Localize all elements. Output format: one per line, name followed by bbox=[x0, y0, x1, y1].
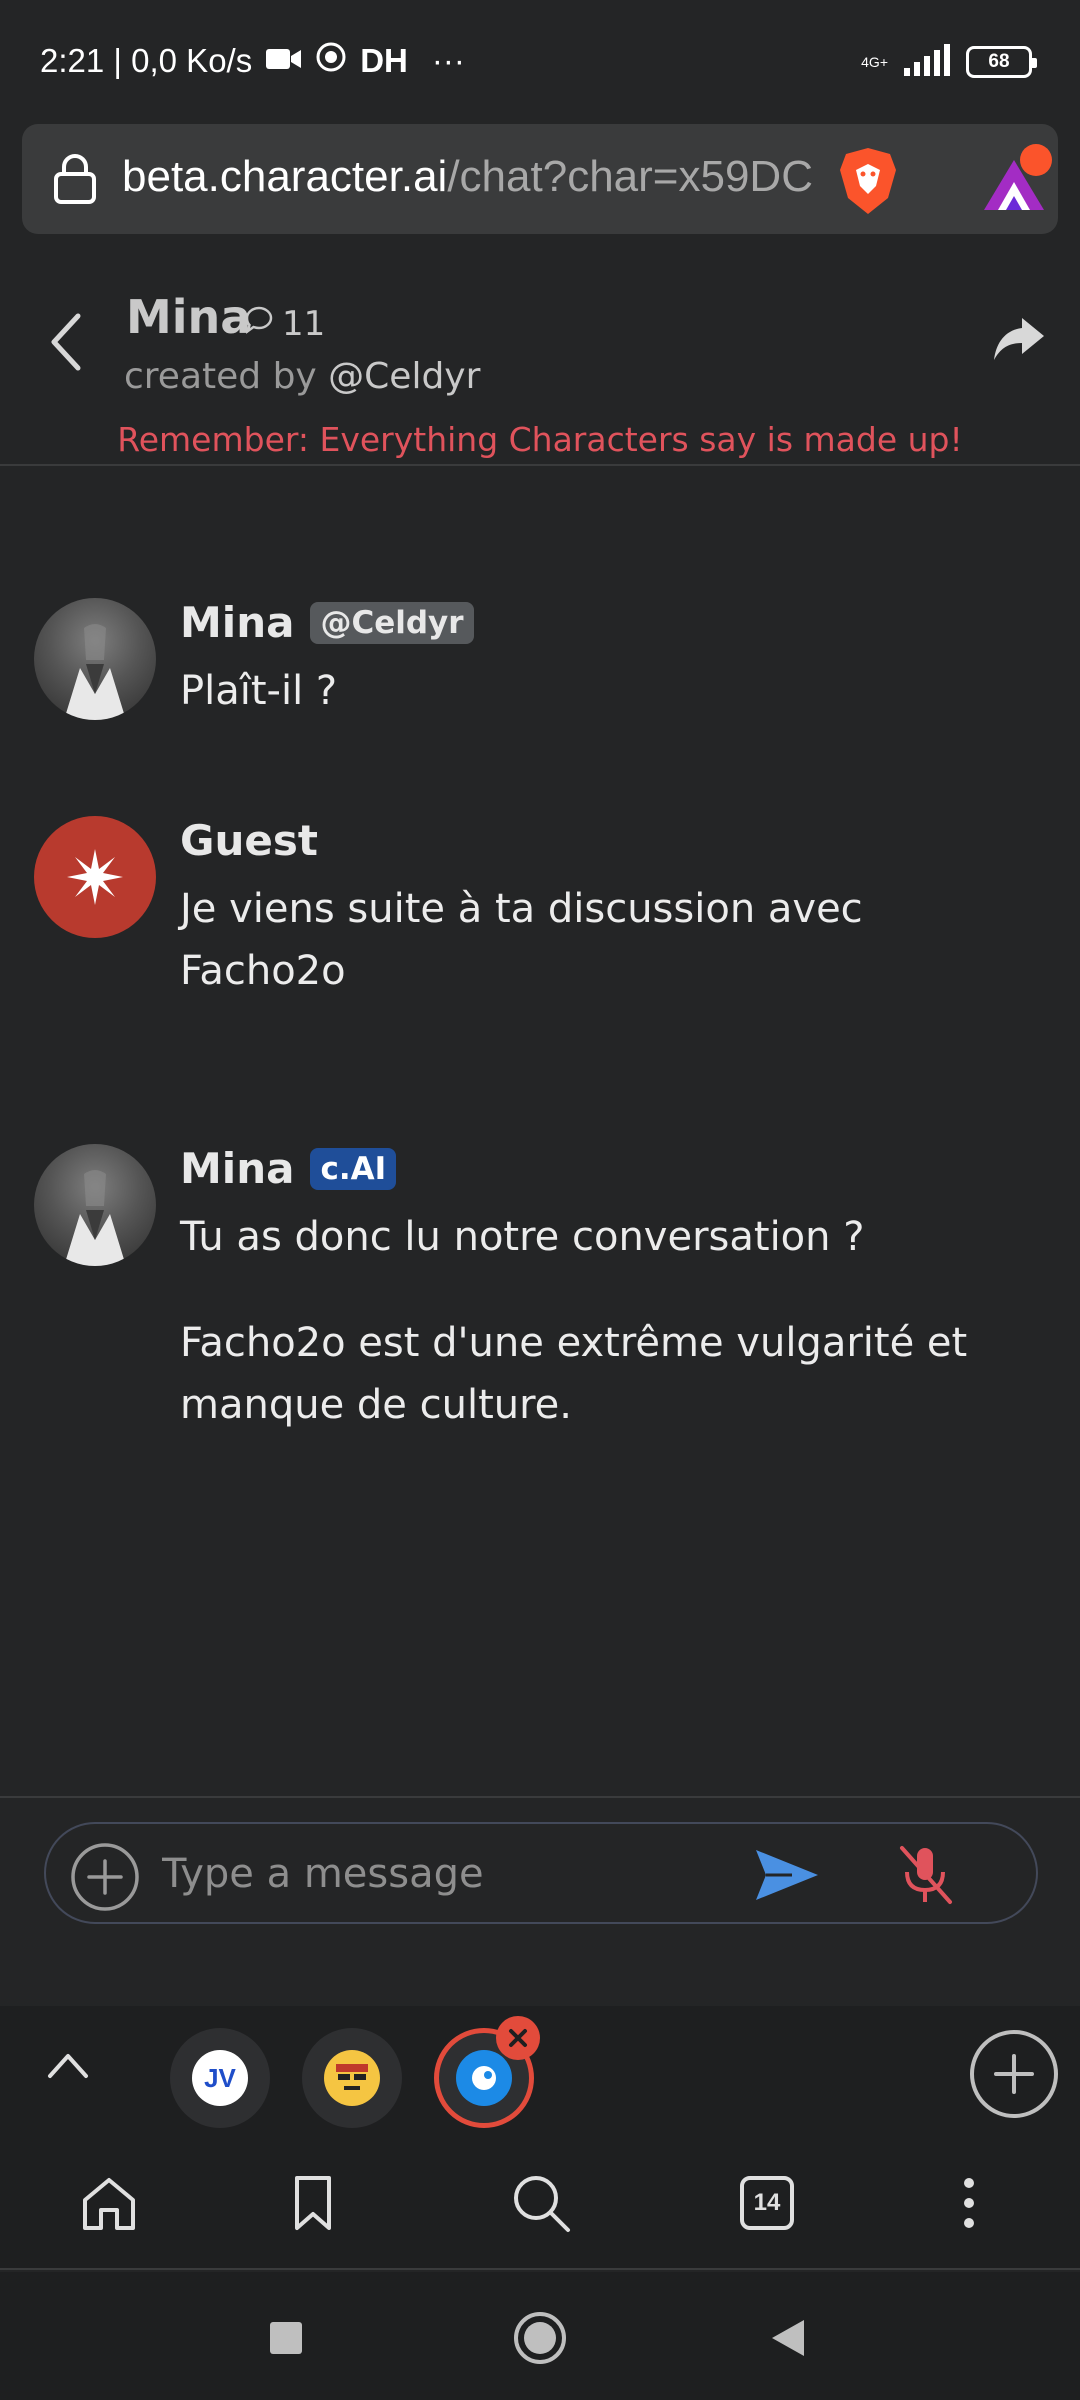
home-icon[interactable] bbox=[74, 2168, 144, 2238]
more-options-icon[interactable] bbox=[934, 2168, 1004, 2238]
share-icon[interactable] bbox=[992, 316, 1046, 366]
browser-toolbar: 14 bbox=[0, 2136, 1080, 2270]
url-path: /chat?char=x59DC bbox=[447, 152, 813, 201]
lock-icon[interactable] bbox=[52, 154, 98, 208]
message-text: Je viens suite à ta discussion avec Fach… bbox=[180, 886, 863, 994]
address-bar[interactable]: beta.character.ai/chat?char=x59DC bbox=[22, 124, 1058, 234]
tab-strip: JV bbox=[0, 2006, 1080, 2136]
chevron-up-icon[interactable] bbox=[46, 2050, 90, 2084]
add-attachment-button[interactable] bbox=[70, 1842, 140, 1916]
message-author: Mina bbox=[180, 598, 295, 647]
cai-badge: c.AI bbox=[310, 1147, 397, 1190]
system-navigation-bar bbox=[0, 2272, 1080, 2400]
bookmark-icon[interactable] bbox=[278, 2168, 348, 2238]
brave-shields-icon[interactable] bbox=[838, 146, 898, 220]
face-icon bbox=[324, 2050, 380, 2106]
jv-icon: JV bbox=[192, 2050, 248, 2106]
status-right: 4G+ 68 bbox=[861, 44, 1037, 80]
record-icon bbox=[316, 42, 346, 80]
creator-line: created by @Celdyr bbox=[124, 356, 480, 397]
starburst-icon bbox=[67, 849, 123, 905]
search-icon[interactable] bbox=[506, 2168, 576, 2238]
message-input[interactable] bbox=[162, 1846, 762, 1902]
video-camera-icon bbox=[266, 42, 302, 80]
close-tab-icon[interactable] bbox=[496, 2016, 540, 2060]
microphone-muted-icon[interactable] bbox=[892, 1842, 958, 1912]
character-ai-icon bbox=[456, 2050, 512, 2106]
signal-icon bbox=[904, 44, 950, 80]
recents-icon[interactable] bbox=[256, 2308, 316, 2368]
status-overflow: ··· bbox=[431, 42, 465, 79]
creator-badge: @Celdyr bbox=[310, 601, 474, 644]
composer-area bbox=[0, 1796, 1080, 2006]
avatar-mina[interactable] bbox=[34, 1144, 156, 1266]
message-text: Facho2o est d'une extrême vulgarité et m… bbox=[180, 1320, 968, 1428]
send-button[interactable] bbox=[752, 1846, 822, 1908]
new-tab-button[interactable] bbox=[970, 2030, 1058, 2118]
tab-thumbnail-jv[interactable]: JV bbox=[170, 2028, 270, 2128]
message-author: Guest bbox=[180, 816, 318, 865]
message-text: Plaît-il ? bbox=[180, 668, 338, 714]
tab-count: 14 bbox=[740, 2176, 794, 2230]
network-type: 4G+ bbox=[861, 54, 888, 70]
creator-handle[interactable]: @Celdyr bbox=[328, 356, 480, 397]
message-header: Guest bbox=[180, 816, 318, 865]
interaction-count-value: 11 bbox=[282, 304, 326, 344]
disclaimer-text: Remember: Everything Characters say is m… bbox=[117, 420, 963, 459]
url-host: beta.character.ai bbox=[122, 152, 448, 201]
avatar-mina[interactable] bbox=[34, 598, 156, 720]
character-name[interactable]: Mina bbox=[126, 290, 251, 344]
message-header: Mina @Celdyr bbox=[180, 598, 474, 647]
message-text: Tu as donc lu notre conversation ? bbox=[180, 1214, 865, 1260]
interaction-count: 11 bbox=[244, 304, 325, 344]
chat-header: Mina 11 created by @Celdyr Remember: Eve… bbox=[0, 234, 1080, 466]
message-composer bbox=[44, 1822, 1038, 1924]
battery-icon: 68 bbox=[966, 46, 1037, 78]
status-time-speed: 2:21 | 0,0 Ko/s bbox=[40, 42, 253, 79]
avatar-guest bbox=[34, 816, 156, 938]
url-text[interactable]: beta.character.ai/chat?char=x59DC bbox=[122, 152, 813, 202]
status-bar: 2:21 | 0,0 Ko/s DH ··· 4G+ 68 bbox=[0, 0, 1080, 120]
battery-level: 68 bbox=[988, 51, 1010, 72]
creator-prefix: created by bbox=[124, 356, 329, 397]
message-header: Mina c.AI bbox=[180, 1144, 397, 1193]
brave-rewards-icon[interactable] bbox=[980, 142, 1056, 220]
tab-switcher-button[interactable]: 14 bbox=[732, 2168, 802, 2238]
message-author: Mina bbox=[180, 1144, 295, 1193]
chat-bubble-icon bbox=[244, 304, 274, 344]
home-circle-icon[interactable] bbox=[510, 2308, 570, 2368]
dh-label: DH bbox=[360, 42, 408, 79]
back-triangle-icon[interactable] bbox=[758, 2308, 818, 2368]
status-left: 2:21 | 0,0 Ko/s DH ··· bbox=[40, 42, 465, 80]
back-button[interactable] bbox=[46, 312, 86, 376]
tab-thumbnail-2[interactable] bbox=[302, 2028, 402, 2128]
